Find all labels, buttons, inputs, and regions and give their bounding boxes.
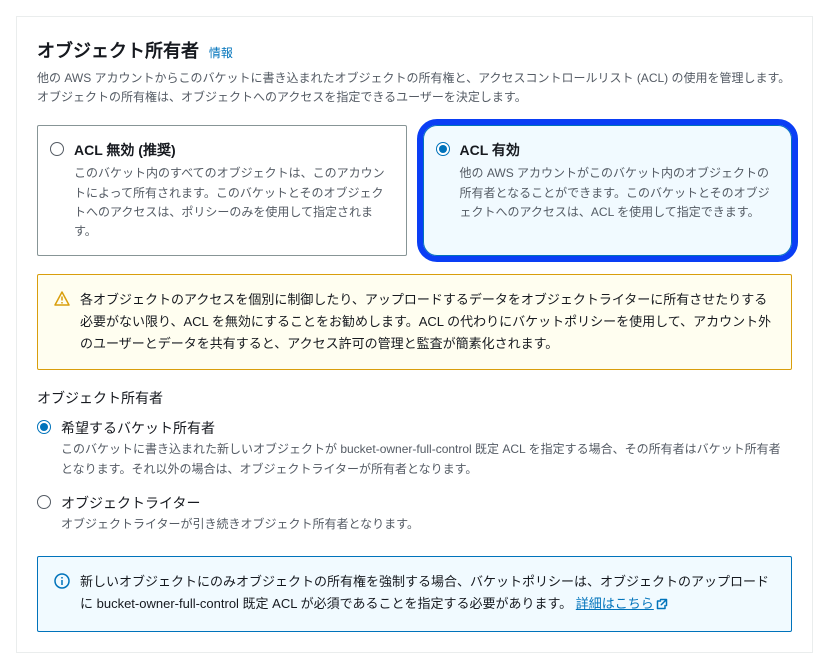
acl-disabled-option[interactable]: ACL 無効 (推奨) このバケット内のすべてのオブジェクトは、このアカウントに… (37, 125, 407, 256)
radio-icon (37, 495, 51, 509)
owner-preferred-option[interactable]: 希望するバケット所有者 このバケットに書き込まれた新しいオブジェクトが buck… (37, 418, 792, 478)
acl-options-row: ACL 無効 (推奨) このバケット内のすべてのオブジェクトは、このアカウントに… (37, 125, 792, 256)
owner-preferred-desc: このバケットに書き込まれた新しいオブジェクトが bucket-owner-ful… (61, 440, 792, 478)
external-link-icon (656, 595, 668, 617)
info-link[interactable]: 情報 (209, 46, 233, 60)
radio-icon (37, 420, 51, 434)
owner-section-label: オブジェクト所有者 (37, 388, 792, 408)
acl-disabled-desc: このバケット内のすべてのオブジェクトは、このアカウントによって所有されます。この… (74, 164, 392, 241)
learn-more-link[interactable]: 詳細はこちら (576, 596, 668, 611)
owner-preferred-title: 希望するバケット所有者 (61, 418, 792, 438)
panel-header: オブジェクト所有者 情報 (37, 37, 792, 63)
object-ownership-panel: オブジェクト所有者 情報 他の AWS アカウントからこのバケットに書き込まれた… (16, 16, 813, 653)
panel-title: オブジェクト所有者 (37, 41, 199, 61)
info-icon (54, 573, 70, 589)
acl-enabled-desc: 他の AWS アカウントがこのバケット内のオブジェクトの所有者となることができま… (460, 164, 778, 222)
acl-disabled-title: ACL 無効 (推奨) (74, 140, 392, 160)
warning-alert: 各オブジェクトのアクセスを個別に制御したり、アップロードするデータをオブジェクト… (37, 274, 792, 370)
info-alert-body: 新しいオブジェクトにのみオブジェクトの所有権を強制する場合、バケットポリシーは、… (80, 571, 775, 617)
warning-text: 各オブジェクトのアクセスを個別に制御したり、アップロードするデータをオブジェクト… (80, 289, 775, 355)
owner-section: オブジェクト所有者 希望するバケット所有者 このバケットに書き込まれた新しいオブ… (37, 388, 792, 534)
panel-description: 他の AWS アカウントからこのバケットに書き込まれたオブジェクトの所有権と、ア… (37, 69, 792, 107)
acl-enabled-title: ACL 有効 (460, 140, 778, 160)
owner-writer-title: オブジェクトライター (61, 493, 792, 513)
radio-icon (436, 142, 450, 156)
radio-icon (50, 142, 64, 156)
owner-writer-desc: オブジェクトライターが引き続きオブジェクト所有者となります。 (61, 515, 792, 534)
info-alert: 新しいオブジェクトにのみオブジェクトの所有権を強制する場合、バケットポリシーは、… (37, 556, 792, 632)
warning-icon (54, 291, 70, 307)
acl-enabled-option[interactable]: ACL 有効 他の AWS アカウントがこのバケット内のオブジェクトの所有者とな… (423, 125, 793, 256)
owner-writer-option[interactable]: オブジェクトライター オブジェクトライターが引き続きオブジェクト所有者となります… (37, 493, 792, 534)
